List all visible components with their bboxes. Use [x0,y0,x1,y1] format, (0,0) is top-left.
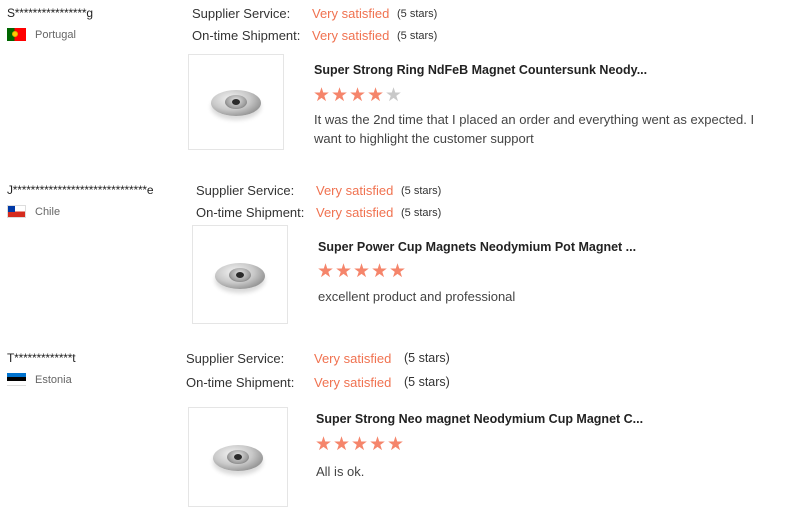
shipment-stars: (5 stars) [397,30,438,42]
product-title-link[interactable]: Super Power Cup Magnets Neodymium Pot Ma… [318,240,636,254]
shipment-rating: On-time Shipment: [186,375,294,390]
supplier-service-label: Supplier Service: [186,351,285,366]
star-filled-icon: ★ [349,84,367,106]
star-filled-icon: ★ [389,260,407,282]
chile-flag-icon [7,205,26,218]
star-empty-icon: ★ [385,84,403,106]
star-filled-icon: ★ [335,260,353,282]
review-comment: excellent product and professional [318,289,516,304]
product-title-link[interactable]: Super Strong Neo magnet Neodymium Cup Ma… [316,412,643,426]
shipment-label: On-time Shipment: [196,205,305,220]
shipment-stars: (5 stars) [401,207,442,219]
magnet-product-image [211,84,261,120]
supplier-service-rating: Supplier Service: [186,351,284,366]
star-filled-icon: ★ [387,433,405,455]
star-filled-icon: ★ [371,260,389,282]
star-filled-icon: ★ [315,433,333,455]
shipment-label: On-time Shipment: [192,28,301,43]
country-name: Portugal [35,28,76,41]
supplier-service-rating: Supplier Service: [192,6,290,21]
reviewer-country: Chile [7,205,60,218]
star-filled-icon: ★ [369,433,387,455]
portugal-flag-icon [7,28,26,41]
supplier-service-label: Supplier Service: [192,6,291,21]
shipment-value: Very satisfied [316,205,394,220]
product-thumbnail[interactable] [192,225,288,324]
star-filled-icon: ★ [313,84,331,106]
reviewer-name: S****************g [7,6,93,20]
star-filled-icon: ★ [367,84,385,106]
shipment-rating: On-time Shipment: [192,28,300,43]
shipment-label: On-time Shipment: [186,375,295,390]
review-comment: It was the 2nd time that I placed an ord… [314,112,755,146]
supplier-service-stars: (5 stars) [404,351,450,365]
supplier-service-rating: Supplier Service: [196,183,294,198]
supplier-service-value: Very satisfied [312,6,390,21]
magnet-product-image [215,257,265,293]
country-name: Estonia [35,373,72,386]
supplier-service-value: Very satisfied [316,183,394,198]
shipment-value: Very satisfied [312,28,390,43]
product-rating-stars: ★ ★ ★ ★ ★ [315,433,405,455]
product-rating-stars: ★ ★ ★ ★ ★ [313,84,403,106]
star-filled-icon: ★ [353,260,371,282]
review-comment: All is ok. [316,464,365,479]
supplier-service-stars: (5 stars) [397,8,438,20]
shipment-stars: (5 stars) [404,375,450,389]
product-thumbnail[interactable] [188,407,288,507]
reviewer-country: Estonia [7,373,72,386]
reviewer-name: J******************************e [7,183,154,197]
product-title-link[interactable]: Super Strong Ring NdFeB Magnet Countersu… [314,63,647,77]
star-filled-icon: ★ [351,433,369,455]
country-name: Chile [35,205,61,218]
supplier-service-stars: (5 stars) [401,185,442,197]
reviewer-name: T*************t [7,351,76,365]
supplier-service-value: Very satisfied [314,351,392,366]
estonia-flag-icon [7,373,26,386]
supplier-service-label: Supplier Service: [196,183,295,198]
magnet-product-image [213,439,263,475]
star-filled-icon: ★ [331,84,349,106]
star-filled-icon: ★ [317,260,335,282]
product-rating-stars: ★ ★ ★ ★ ★ [317,260,407,282]
product-thumbnail[interactable] [188,54,284,150]
shipment-value: Very satisfied [314,375,392,390]
reviewer-country: Portugal [7,28,76,41]
shipment-rating: On-time Shipment: [196,205,304,220]
star-filled-icon: ★ [333,433,351,455]
